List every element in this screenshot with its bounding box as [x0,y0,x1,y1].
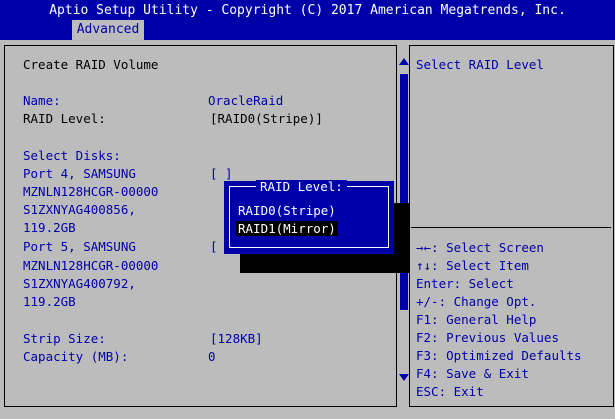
disk-port4-line2: MZNLN128HCGR-00000 [23,184,159,199]
help-text: Select RAID Level [416,57,544,72]
key-hint-esc: ESC: Exit [416,384,484,399]
raid-level-value[interactable]: [RAID0(Stripe)] [210,111,323,127]
disk-port4-line3: S1ZXNYAG400856, [23,202,136,217]
capacity-label: Capacity (MB): [23,349,129,364]
key-hint-f1: F1: General Help [416,312,537,327]
tab-advanced[interactable]: Advanced [72,20,144,40]
name-label[interactable]: Name: [23,93,61,109]
bottom-bar [0,407,615,419]
popup-option-raid1[interactable]: RAID1(Mirror) [236,221,338,237]
disk-port5-checkbox[interactable]: [ [210,239,218,255]
scroll-up-arrow-icon[interactable] [399,58,409,65]
name-value[interactable]: OracleRaid [208,93,283,109]
strip-size-label[interactable]: Strip Size: [23,331,106,347]
popup-option-raid0[interactable]: RAID0(Stripe) [238,203,336,219]
disk-port4-checkbox[interactable]: [ ] [210,166,233,182]
disk-port5-line2: MZNLN128HCGR-00000 [23,258,159,273]
app-title: Aptio Setup Utility - Copyright (C) 2017… [49,3,566,18]
key-hint-select-screen: →←: Select Screen [416,240,544,255]
select-disks-label: Select Disks: [23,148,121,163]
disk-port5-line3: S1ZXNYAG400792, [23,276,136,291]
raid-level-label[interactable]: RAID Level: [23,111,106,127]
scroll-down-arrow-icon[interactable] [399,374,409,381]
disk-port5-line4: 119.2GB [23,294,76,309]
help-divider [411,227,611,228]
popup-title: RAID Level: [256,180,347,194]
disk-port4-line1[interactable]: Port 4, SAMSUNG [23,166,136,182]
key-hint-enter: Enter: Select [416,276,514,291]
popup-option-raid0-label: RAID0(Stripe) [238,203,336,218]
strip-size-value[interactable]: [128KB] [210,331,263,347]
disk-port5-line1[interactable]: Port 5, SAMSUNG [23,239,136,255]
raid-level-popup: RAID Level: RAID0(Stripe) RAID1(Mirror) [224,180,394,254]
scrollbar-thumb[interactable] [400,74,408,310]
capacity-value: 0 [208,349,216,364]
form-heading: Create RAID Volume [23,57,159,72]
key-hint-f2: F2: Previous Values [416,330,559,345]
popup-option-raid1-label: RAID1(Mirror) [236,221,338,236]
key-hint-change-opt: +/-: Change Opt. [416,294,537,309]
key-hint-f3: F3: Optimized Defaults [416,348,582,363]
key-hint-select-item: ↑↓: Select Item [416,258,529,273]
disk-port4-line4: 119.2GB [23,220,76,235]
key-hint-f4: F4: Save & Exit [416,366,529,381]
